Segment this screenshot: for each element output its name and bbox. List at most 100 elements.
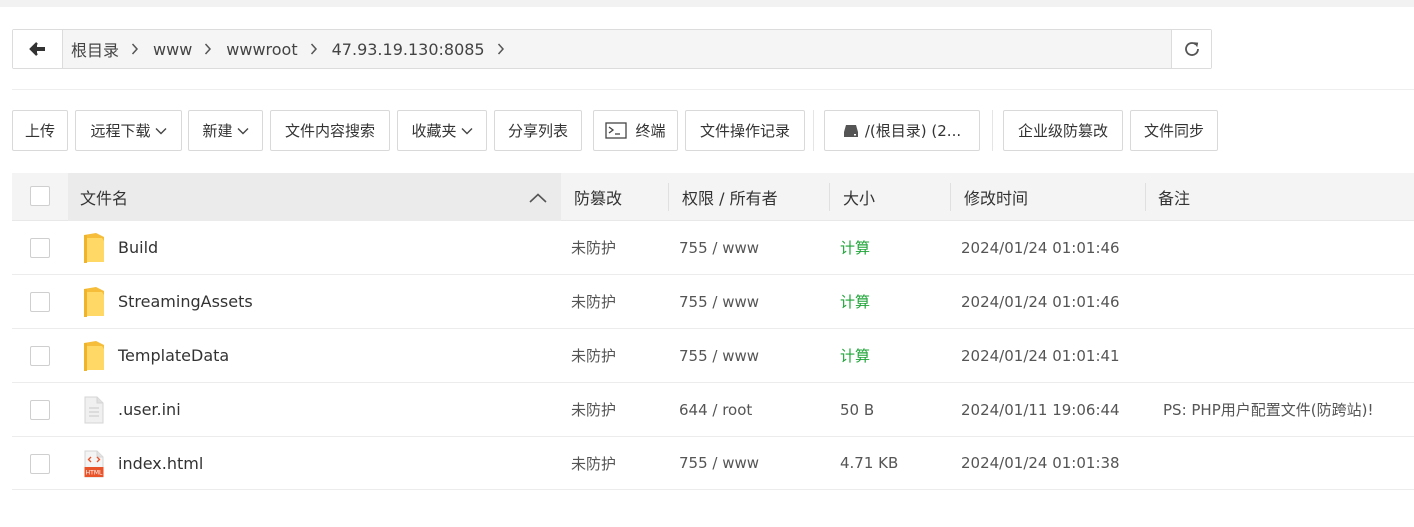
tamper-status[interactable]: 未防护	[571, 383, 616, 436]
column-divider	[668, 183, 669, 211]
table-row[interactable]: TemplateData 未防护 755 / www 计算 2024/01/24…	[12, 329, 1414, 383]
column-perm-label: 权限 / 所有者	[682, 189, 778, 208]
file-size: 4.71 KB	[840, 454, 899, 472]
column-divider	[950, 183, 951, 211]
divider	[12, 89, 1414, 90]
terminal-icon	[605, 122, 628, 139]
folder-icon	[82, 232, 106, 263]
file-size: 50 B	[840, 400, 875, 419]
tamper-status[interactable]: 未防护	[571, 221, 616, 274]
column-name[interactable]: 文件名	[68, 173, 561, 221]
toolbar-divider	[992, 110, 993, 151]
column-name-label: 文件名	[80, 189, 129, 208]
column-mtime[interactable]: 修改时间	[964, 173, 1144, 221]
refresh-icon	[1184, 42, 1199, 56]
table-row[interactable]: .user.ini 未防护 644 / root 50 B 2024/01/11…	[12, 383, 1414, 437]
sort-up-icon	[529, 193, 547, 203]
back-button[interactable]	[13, 30, 63, 68]
file-name[interactable]: TemplateData	[118, 329, 229, 382]
file-name[interactable]: .user.ini	[118, 383, 181, 436]
calc-size-link[interactable]: 计算	[840, 275, 870, 328]
breadcrumb-wwwroot[interactable]: wwwroot	[226, 40, 297, 59]
new-button[interactable]: 新建	[188, 110, 263, 151]
refresh-button[interactable]	[1171, 30, 1211, 68]
modified-time: 2024/01/24 01:01:46	[961, 292, 1120, 311]
row-checkbox[interactable]	[30, 292, 50, 312]
chevron-right-icon[interactable]	[497, 43, 505, 55]
chevron-right-icon	[310, 43, 318, 55]
disk-label: /(根目录) (2...	[864, 122, 962, 140]
calc-size-link[interactable]: 计算	[840, 221, 870, 274]
modified-time: 2024/01/24 01:01:46	[961, 238, 1120, 257]
breadcrumb-root[interactable]: 根目录	[71, 37, 119, 61]
column-tamper[interactable]: 防篡改	[574, 173, 664, 221]
table-row[interactable]: StreamingAssets 未防护 755 / www 计算 2024/01…	[12, 275, 1414, 329]
row-checkbox[interactable]	[30, 400, 50, 420]
top-strip	[0, 0, 1414, 7]
html-badge-text: HTML	[86, 470, 103, 477]
terminal-label: 终端	[635, 122, 666, 140]
column-tamper-label: 防篡改	[574, 189, 623, 208]
arrow-left-icon	[28, 42, 45, 56]
permission[interactable]: 755 / www	[679, 329, 759, 382]
toolbar-divider	[813, 110, 814, 151]
permission[interactable]: 755 / www	[679, 275, 759, 328]
row-checkbox[interactable]	[30, 454, 50, 474]
terminal-button[interactable]: 终端	[593, 110, 678, 151]
column-divider	[1145, 183, 1146, 211]
file-sync-label: 文件同步	[1143, 122, 1204, 140]
tamper-status[interactable]: 未防护	[571, 329, 616, 382]
content-search-button[interactable]: 文件内容搜索	[270, 110, 390, 151]
table-row[interactable]: Build 未防护 755 / www 计算 2024/01/24 01:01:…	[12, 221, 1414, 275]
table-header: 文件名 防篡改 权限 / 所有者 大小 修改时间 备注	[12, 173, 1414, 221]
disk-button[interactable]: /(根目录) (2...	[824, 110, 980, 151]
chevron-down-icon	[237, 127, 249, 135]
path-bar: 根目录 www wwwroot 47.93.19.130:8085	[12, 29, 1212, 69]
breadcrumb-site[interactable]: 47.93.19.130:8085	[332, 40, 485, 59]
remote-download-button[interactable]: 远程下载	[75, 110, 182, 151]
file-sync-button[interactable]: 文件同步	[1130, 110, 1218, 151]
chevron-right-icon	[131, 43, 139, 55]
permission[interactable]: 755 / www	[679, 221, 759, 274]
column-note-label: 备注	[1158, 189, 1191, 208]
permission[interactable]: 755 / www	[679, 437, 759, 489]
upload-label: 上传	[24, 122, 55, 140]
upload-button[interactable]: 上传	[12, 110, 68, 151]
file-name[interactable]: Build	[118, 221, 158, 274]
column-size-label: 大小	[843, 189, 876, 208]
disk-icon	[843, 124, 859, 138]
tamper-proof-button[interactable]: 企业级防篡改	[1003, 110, 1123, 151]
tamper-status[interactable]: 未防护	[571, 275, 616, 328]
chevron-right-icon	[204, 43, 212, 55]
tamper-status[interactable]: 未防护	[571, 437, 616, 489]
breadcrumb-www[interactable]: www	[153, 40, 192, 59]
document-icon	[84, 396, 108, 426]
permission[interactable]: 644 / root	[679, 383, 752, 436]
column-size[interactable]: 大小	[843, 173, 943, 221]
tamper-proof-label: 企业级防篡改	[1017, 122, 1108, 140]
chevron-down-icon	[461, 127, 473, 135]
calc-size-link[interactable]: 计算	[840, 329, 870, 382]
column-perm[interactable]: 权限 / 所有者	[682, 173, 832, 221]
file-table: 文件名 防篡改 权限 / 所有者 大小 修改时间 备注 Build 未防护 75…	[12, 173, 1414, 490]
favorites-button[interactable]: 收藏夹	[397, 110, 487, 151]
share-list-button[interactable]: 分享列表	[494, 110, 582, 151]
html-file-icon: HTML	[84, 450, 108, 480]
operation-log-button[interactable]: 文件操作记录	[685, 110, 805, 151]
favorites-label: 收藏夹	[411, 122, 457, 140]
file-name[interactable]: index.html	[118, 437, 203, 489]
new-label: 新建	[202, 122, 233, 140]
row-checkbox[interactable]	[30, 346, 50, 366]
column-note: 备注	[1158, 173, 1358, 221]
chevron-down-icon	[155, 127, 167, 135]
operation-log-label: 文件操作记录	[699, 122, 790, 140]
note[interactable]: PS: PHP用户配置文件(防跨站)!	[1163, 383, 1373, 436]
folder-icon	[82, 286, 106, 317]
file-name[interactable]: StreamingAssets	[118, 275, 253, 328]
select-all-checkbox[interactable]	[30, 186, 50, 206]
modified-time: 2024/01/11 19:06:44	[961, 400, 1120, 419]
row-checkbox[interactable]	[30, 238, 50, 258]
table-row[interactable]: HTML index.html 未防护 755 / www 4.71 KB 20…	[12, 437, 1414, 490]
modified-time: 2024/01/24 01:01:38	[961, 454, 1120, 472]
modified-time: 2024/01/24 01:01:41	[961, 346, 1120, 365]
